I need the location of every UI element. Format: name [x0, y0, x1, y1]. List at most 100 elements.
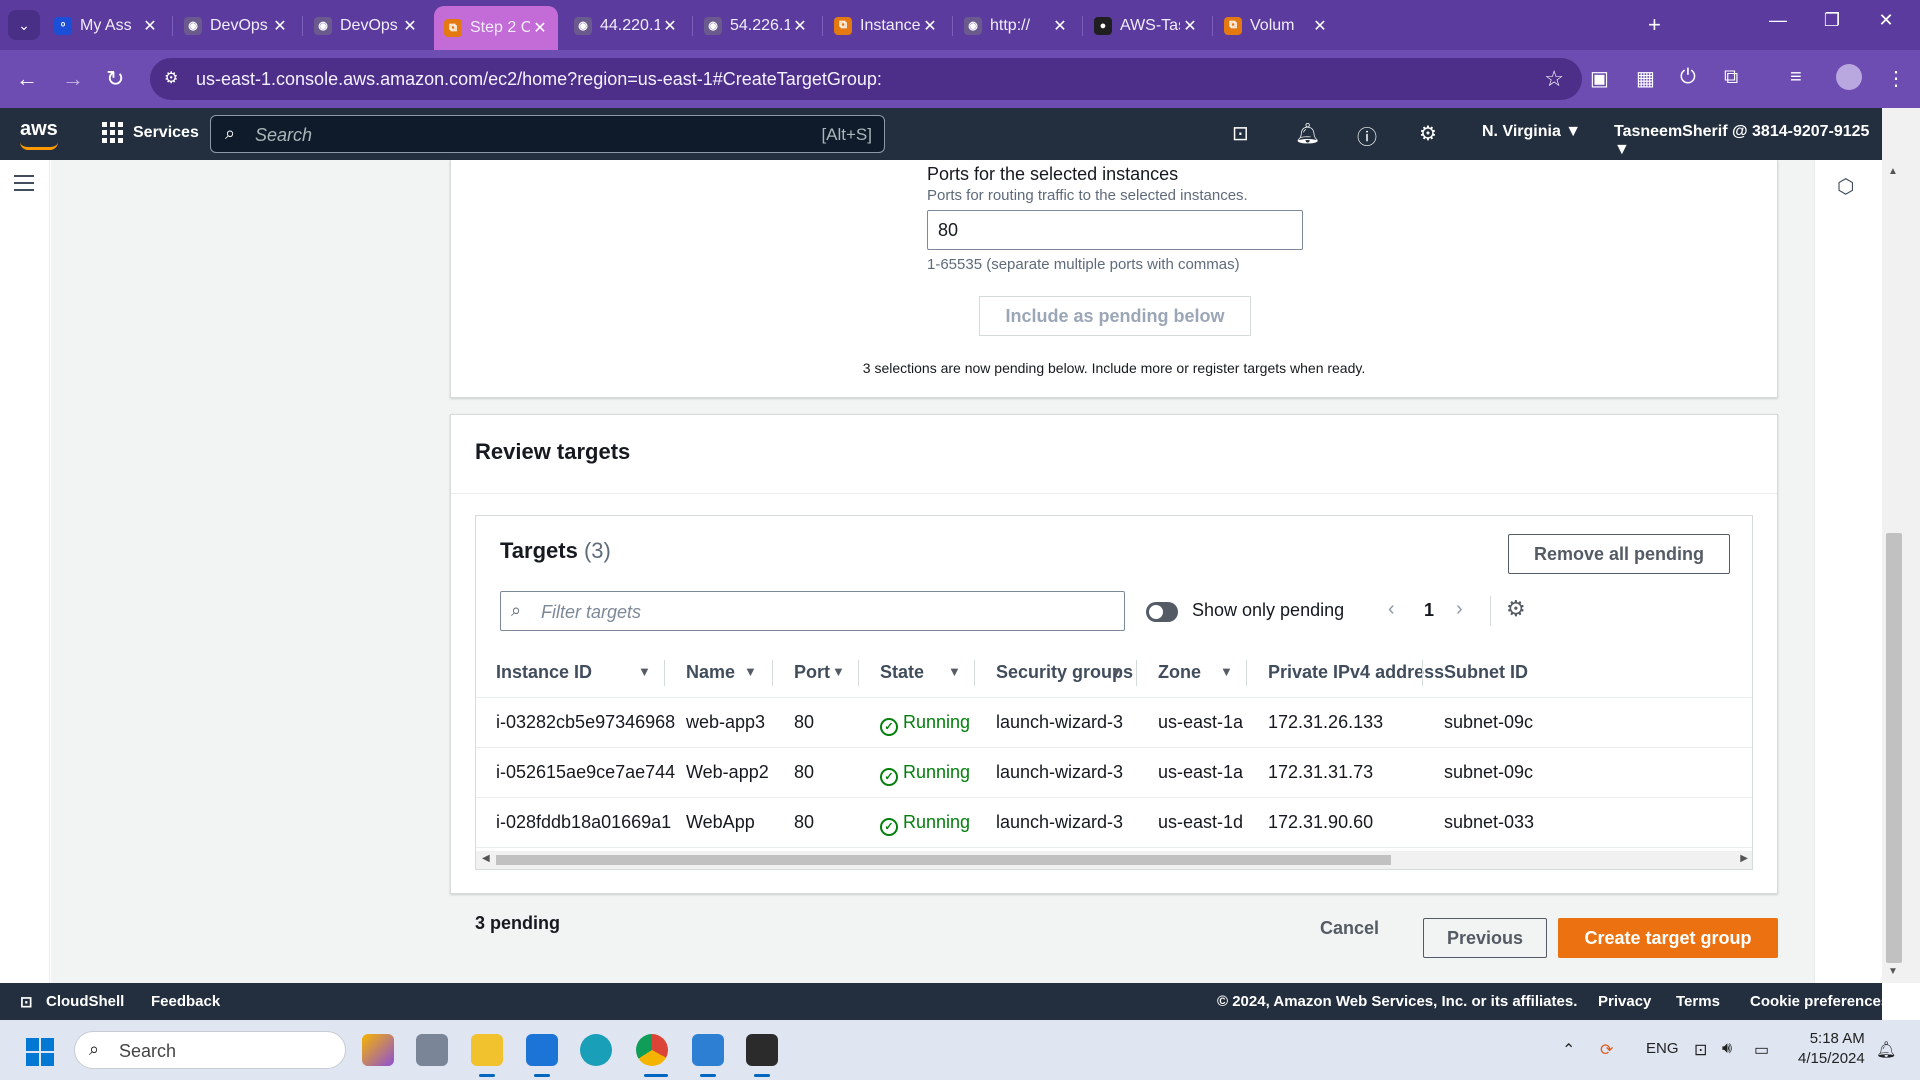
sort-caret-icon[interactable]: ▼	[638, 664, 651, 679]
cloudshell-icon[interactable]: ⊡	[20, 993, 33, 1011]
reload-icon[interactable]: ↻	[106, 66, 124, 92]
column-divider[interactable]	[1422, 660, 1423, 686]
taskbar-search-input[interactable]: ⌕ Search	[74, 1031, 346, 1069]
profile-avatar[interactable]	[1836, 64, 1862, 90]
tab-close-icon[interactable]: ✕	[270, 16, 290, 36]
edge-browser-icon[interactable]	[580, 1034, 612, 1066]
previous-button[interactable]: Previous	[1423, 918, 1547, 958]
scroll-down-arrow-icon[interactable]: ▼	[1888, 966, 1898, 977]
browser-tab[interactable]: ⧉ Volum ✕	[1214, 9, 1338, 42]
table-row[interactable]: i-052615ae9ce7ae744 Web-app2 80 ✓ Running…	[476, 748, 1752, 798]
puzzle-icon[interactable]: ⧉	[1724, 66, 1738, 89]
column-header-private-ip[interactable]: Private IPv4 address	[1268, 662, 1444, 683]
column-header-port[interactable]: Port	[794, 662, 830, 683]
windows-start-icon[interactable]	[26, 1038, 54, 1066]
photos-icon[interactable]	[692, 1034, 724, 1066]
sort-caret-icon[interactable]: ▼	[1110, 664, 1123, 679]
language-indicator[interactable]: ENG	[1646, 1040, 1679, 1057]
column-divider[interactable]	[772, 660, 773, 686]
minimize-button[interactable]: —	[1758, 10, 1798, 31]
cloudshell-link[interactable]: CloudShell	[46, 993, 124, 1010]
volume-icon[interactable]: 🔊︎	[1722, 1040, 1732, 1058]
browser-tab[interactable]: ◉ http:// ✕	[954, 9, 1078, 42]
bookmark-star-icon[interactable]: ☆	[1544, 66, 1564, 92]
browser-tab[interactable]: ⧉ Step 2 Cre✕	[434, 6, 558, 50]
browser-tab[interactable]: ● AWS-Tasks✕	[1084, 9, 1208, 42]
services-menu[interactable]: Services	[102, 122, 199, 143]
tab-close-icon[interactable]: ✕	[400, 16, 420, 36]
task-view-icon[interactable]	[416, 1034, 448, 1066]
table-horizontal-scrollbar[interactable]: ◀ ▶	[476, 851, 1752, 869]
close-window-button[interactable]: ✕	[1866, 10, 1906, 31]
file-explorer-icon[interactable]	[471, 1034, 503, 1066]
tab-close-icon[interactable]: ✕	[1050, 16, 1070, 36]
table-row[interactable]: i-03282cb5e97346968 web-app3 80 ✓ Running…	[476, 698, 1752, 748]
column-header-instance-id[interactable]: Instance ID	[496, 662, 592, 683]
remove-all-pending-button[interactable]: Remove all pending	[1508, 534, 1730, 574]
tab-close-icon[interactable]: ✕	[660, 16, 680, 36]
terms-link[interactable]: Terms	[1676, 993, 1720, 1010]
filter-targets-input[interactable]: ⌕ Filter targets	[500, 591, 1125, 631]
browser-menu-icon[interactable]: ⋮	[1886, 66, 1906, 91]
back-icon[interactable]: ←	[16, 66, 38, 92]
tab-close-icon[interactable]: ✕	[1180, 16, 1200, 36]
page-scrollbar[interactable]: ▲ ▼	[1882, 108, 1920, 983]
column-divider[interactable]	[858, 660, 859, 686]
address-bar[interactable]: ⚙ us-east-1.console.aws.amazon.com/ec2/h…	[150, 58, 1582, 100]
tab-close-icon[interactable]: ✕	[1310, 16, 1330, 36]
menu-hamburger-icon[interactable]	[14, 175, 34, 196]
aws-logo[interactable]: aws	[20, 118, 58, 141]
show-hidden-icons-chevron-icon[interactable]: ⌃	[1562, 1040, 1575, 1060]
tab-search-button[interactable]: ⌄	[8, 10, 40, 40]
widgets-icon[interactable]	[362, 1034, 394, 1066]
table-preferences-gear-icon[interactable]: ⚙	[1506, 596, 1526, 622]
browser-tab[interactable]: ⧉ Instance d✕	[824, 9, 948, 42]
scroll-right-arrow-icon[interactable]: ▶	[1740, 853, 1748, 864]
feedback-link[interactable]: Feedback	[151, 993, 220, 1010]
power-icon[interactable]: ⏻	[1680, 66, 1696, 89]
media-icon[interactable]: ≡	[1790, 66, 1802, 89]
tab-close-icon[interactable]: ✕	[920, 16, 940, 36]
restore-button[interactable]: ❐	[1812, 10, 1852, 31]
sort-caret-icon[interactable]: ▼	[832, 664, 845, 679]
new-tab-button[interactable]: +	[1648, 12, 1661, 38]
git-icon[interactable]	[746, 1034, 778, 1066]
picture-in-picture-icon[interactable]: ▣	[1590, 66, 1609, 91]
column-header-zone[interactable]: Zone	[1158, 662, 1201, 683]
account-menu[interactable]: TasneemSherif @ 3814-9207-9125 ▼	[1614, 123, 1882, 159]
privacy-link[interactable]: Privacy	[1598, 993, 1651, 1010]
scroll-up-arrow-icon[interactable]: ▲	[1888, 166, 1898, 177]
column-divider[interactable]	[974, 660, 975, 686]
browser-tab[interactable]: ◉ 54.226.153✕	[694, 9, 818, 42]
scrollbar-thumb[interactable]	[1886, 533, 1902, 963]
next-page-chevron-icon[interactable]: ›	[1456, 598, 1463, 621]
update-icon[interactable]: ⟳	[1600, 1040, 1613, 1060]
network-icon[interactable]: ⊡	[1694, 1040, 1707, 1060]
sort-caret-icon[interactable]: ▼	[948, 664, 961, 679]
tab-close-icon[interactable]: ✕	[530, 18, 550, 38]
column-header-state[interactable]: State	[880, 662, 924, 683]
page-number[interactable]: 1	[1424, 600, 1434, 621]
site-info-icon[interactable]: ⚙	[164, 68, 178, 88]
extension-icon[interactable]: ▦	[1636, 66, 1655, 91]
sort-caret-icon[interactable]: ▼	[744, 664, 757, 679]
browser-tab[interactable]: ᵒ My Ass ✕	[44, 9, 168, 42]
battery-icon[interactable]: ▭	[1754, 1040, 1769, 1060]
browser-tab[interactable]: ◉ DevOps Bo✕	[304, 9, 428, 42]
create-target-group-button[interactable]: Create target group	[1558, 918, 1778, 958]
url-text[interactable]: us-east-1.console.aws.amazon.com/ec2/hom…	[196, 69, 882, 90]
help-icon[interactable]: ⓘ	[1357, 121, 1377, 150]
column-header-subnet-id[interactable]: Subnet ID	[1444, 662, 1528, 683]
notification-bell-icon[interactable]: 🔔︎	[1876, 1040, 1896, 1060]
column-divider[interactable]	[1246, 660, 1247, 686]
sort-caret-icon[interactable]: ▼	[1220, 664, 1233, 679]
tab-close-icon[interactable]: ✕	[790, 16, 810, 36]
settings-gear-icon[interactable]: ⚙	[1419, 121, 1437, 146]
tab-close-icon[interactable]: ✕	[140, 16, 160, 36]
show-only-pending-toggle[interactable]	[1146, 602, 1178, 622]
notifications-bell-icon[interactable]: 🔔︎	[1295, 121, 1320, 146]
column-header-name[interactable]: Name	[686, 662, 735, 683]
cloudshell-icon[interactable]: ⊡	[1232, 121, 1249, 146]
system-clock[interactable]: 5:18 AM 4/15/2024	[1798, 1029, 1865, 1069]
ports-input[interactable]: 80	[927, 210, 1303, 250]
